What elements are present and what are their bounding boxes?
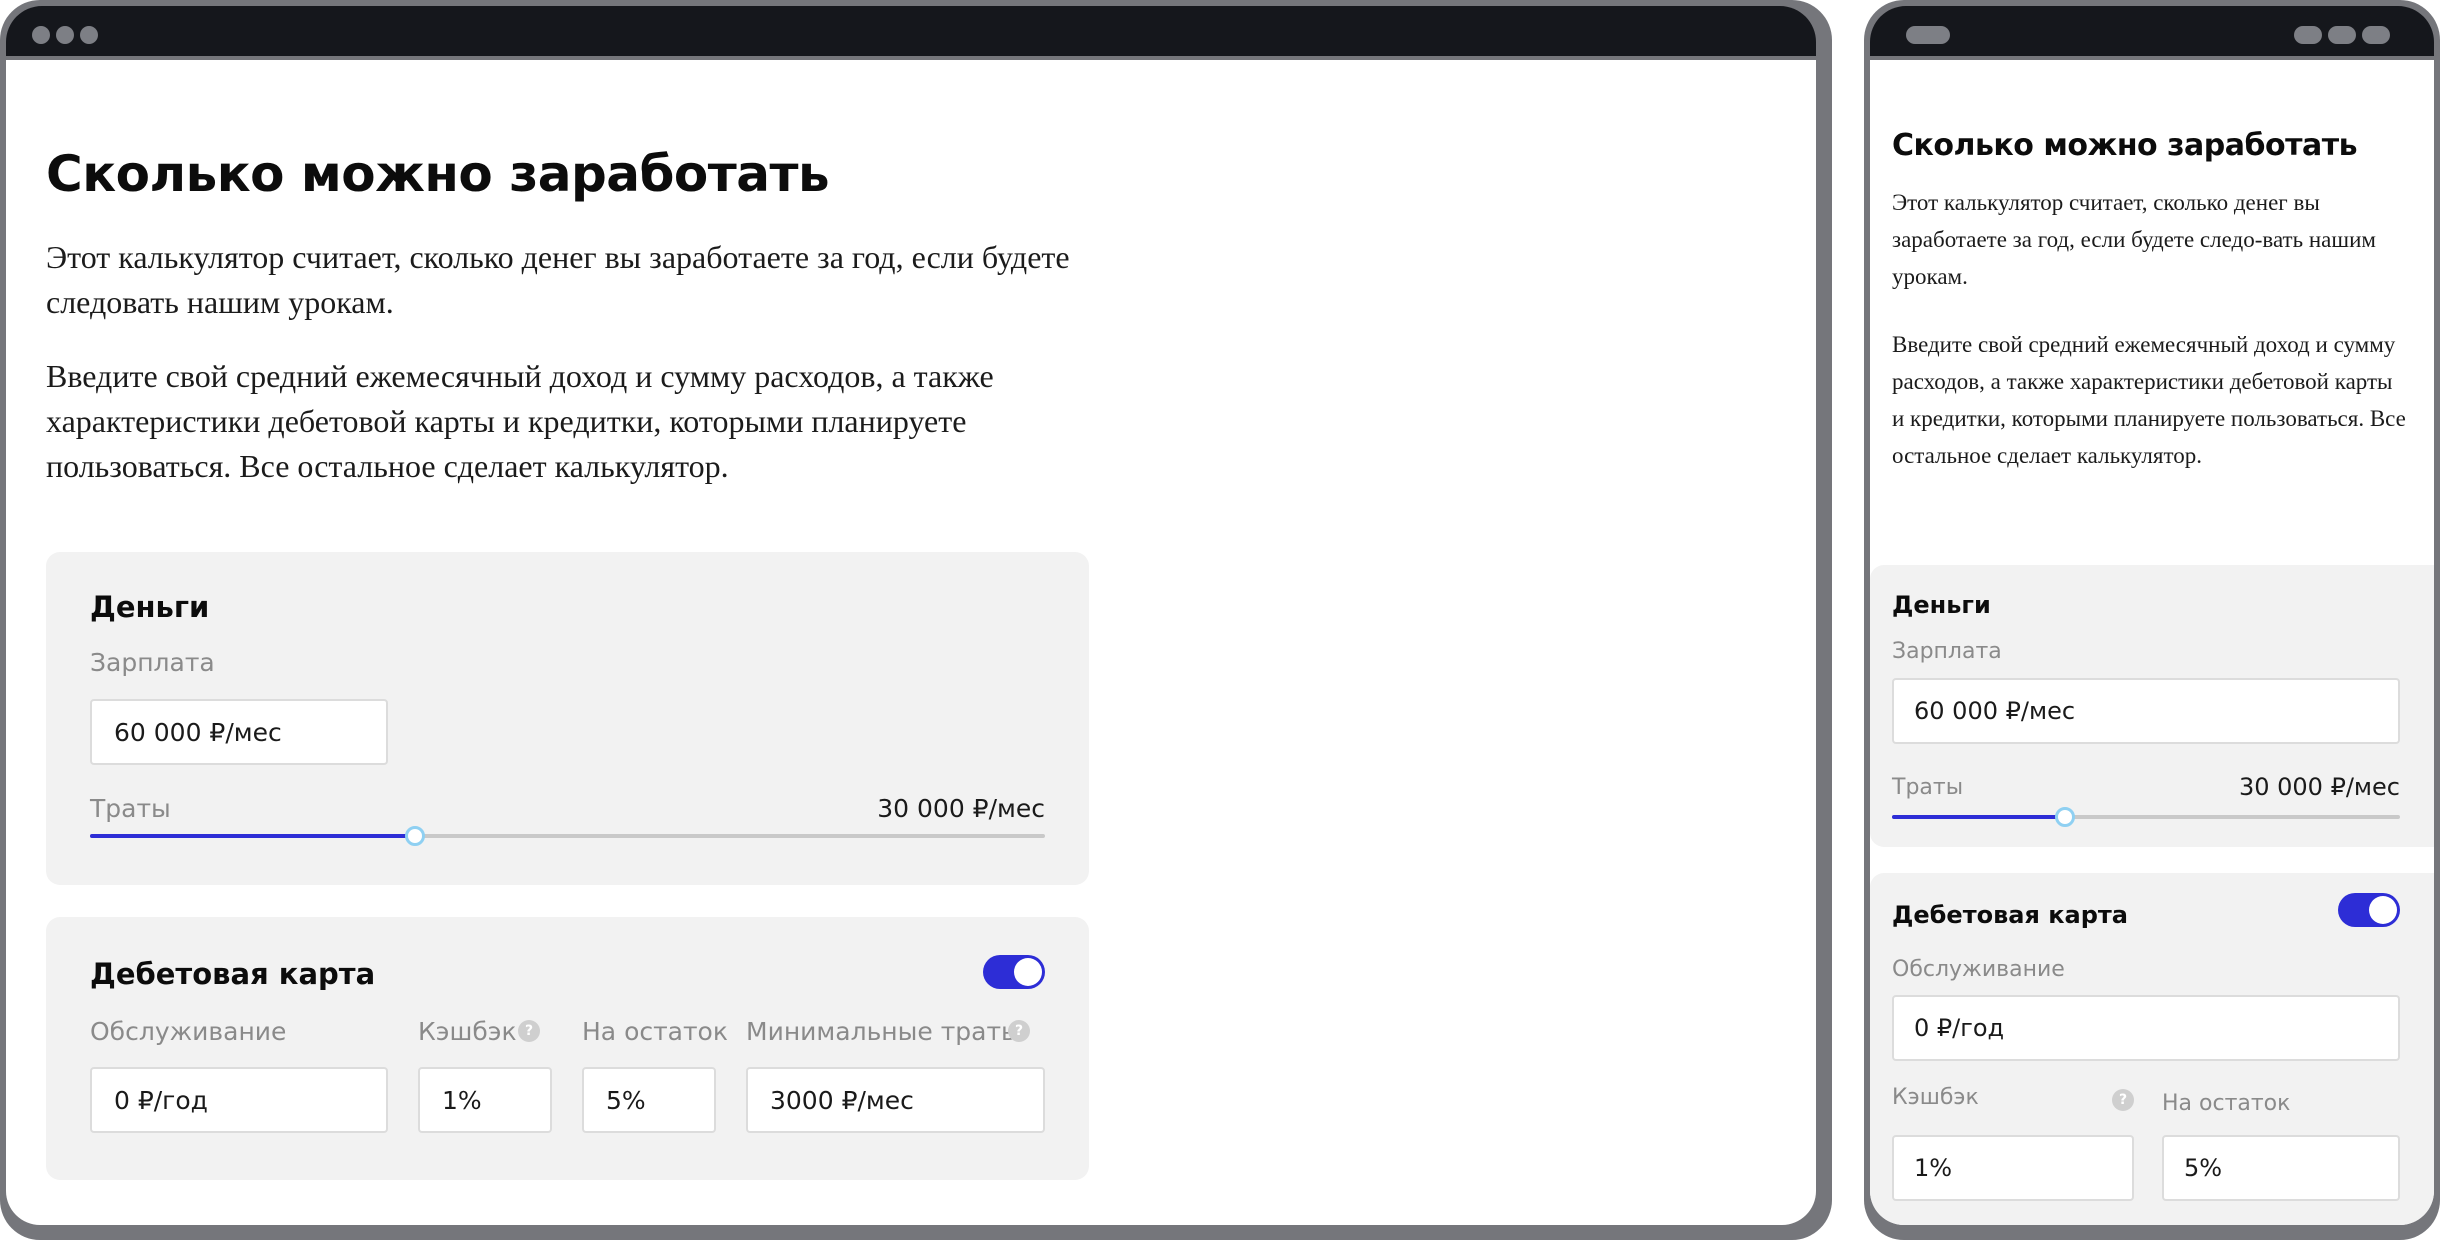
window-dot-icon — [80, 26, 98, 44]
mobile-debit-card-title: Дебетовая карта — [1892, 901, 2129, 929]
expenses-slider-thumb[interactable] — [404, 826, 425, 846]
window-dot-icon — [2328, 26, 2356, 44]
mobile-expenses-slider-fill — [1892, 815, 2065, 819]
money-card: Деньги Зарплата 60 000 ₽/мес Траты 30 00… — [46, 552, 1089, 885]
service-input[interactable]: 0 ₽/год — [90, 1067, 388, 1133]
balance-input[interactable]: 5% — [582, 1067, 716, 1133]
window-dot-icon — [56, 26, 74, 44]
mobile-salary-input[interactable]: 60 000 ₽/мес — [1892, 678, 2400, 744]
mobile-service-label: Обслуживание — [1892, 957, 2065, 982]
instructions-text: Введите свой средний ежемесячный доход и… — [46, 358, 994, 484]
window-dot-icon — [32, 26, 50, 44]
debit-card-title: Дебетовая карта — [90, 957, 376, 991]
mobile-cashback-label: Кэшбэк — [1892, 1085, 1979, 1110]
mobile-debit-card-card: Дебетовая карта Обслуживание 0 ₽/год Кэш… — [1870, 873, 2434, 1225]
window-dot-icon — [2362, 26, 2390, 44]
desktop-screen: Сколько можно заработать Этот калькулято… — [6, 60, 1816, 1225]
min-spend-input[interactable]: 3000 ₽/мес — [746, 1067, 1045, 1133]
expenses-label: Траты — [90, 794, 171, 823]
debit-card-card: Дебетовая карта Обслуживание Кэшбэк ? На… — [46, 917, 1089, 1180]
mobile-screen: Сколько можно заработать Этот калькулято… — [1870, 60, 2434, 1225]
debit-card-toggle[interactable] — [983, 955, 1045, 989]
mobile-expenses-slider-thumb[interactable] — [2054, 807, 2075, 827]
mobile-money-card: Деньги Зарплата 60 000 ₽/мес Траты 30 00… — [1870, 565, 2434, 847]
toggle-knob — [2369, 896, 2397, 924]
mobile-salary-label: Зарплата — [1892, 639, 2002, 664]
salary-input[interactable]: 60 000 ₽/мес — [90, 699, 388, 765]
mobile-cashback-help-icon[interactable]: ? — [2112, 1089, 2134, 1111]
mobile-cashback-input[interactable]: 1% — [1892, 1135, 2134, 1201]
mobile-titlebar — [1870, 6, 2434, 56]
toggle-knob — [1014, 958, 1042, 986]
window-dot-icon — [2294, 26, 2322, 44]
mobile-intro-text: Этот калькулятор считает, сколько денег … — [1892, 190, 2376, 289]
mobile-page-title: Сколько можно заработать — [1892, 128, 2358, 163]
min-spend-label: Минимальные траты — [746, 1017, 1021, 1046]
mobile-balance-input[interactable]: 5% — [2162, 1135, 2400, 1201]
mobile-expenses-value: 30 000 ₽/мес — [2238, 773, 2400, 801]
mobile-instructions-text: Введите свой средний ежемесячный доход и… — [1892, 332, 2406, 468]
expenses-slider-fill — [90, 834, 415, 838]
page-title: Сколько можно заработать — [46, 145, 830, 203]
cashback-help-icon[interactable]: ? — [518, 1020, 540, 1042]
cashback-input[interactable]: 1% — [418, 1067, 552, 1133]
salary-label: Зарплата — [90, 648, 215, 677]
mobile-expenses-slider[interactable] — [1892, 807, 2400, 827]
mobile-service-input[interactable]: 0 ₽/год — [1892, 995, 2400, 1061]
mobile-money-card-title: Деньги — [1892, 591, 1991, 619]
mobile-balance-label: На остаток — [2162, 1091, 2291, 1116]
min-spend-help-icon[interactable]: ? — [1008, 1020, 1030, 1042]
money-card-title: Деньги — [90, 590, 210, 624]
expenses-slider[interactable] — [90, 826, 1045, 846]
cashback-label: Кэшбэк — [418, 1017, 517, 1046]
desktop-titlebar — [6, 6, 1816, 56]
mobile-window-frame: Сколько можно заработать Этот калькулято… — [1864, 0, 2440, 1240]
mobile-menu-pill-icon — [1906, 26, 1950, 44]
mobile-expenses-label: Траты — [1892, 775, 1964, 800]
desktop-window-frame: Сколько можно заработать Этот калькулято… — [0, 0, 1832, 1240]
expenses-value: 30 000 ₽/мес — [877, 794, 1045, 823]
intro-text: Этот калькулятор считает, сколько денег … — [46, 239, 1070, 320]
balance-label: На остаток — [582, 1017, 728, 1046]
service-label: Обслуживание — [90, 1017, 287, 1046]
mobile-debit-card-toggle[interactable] — [2338, 893, 2400, 927]
